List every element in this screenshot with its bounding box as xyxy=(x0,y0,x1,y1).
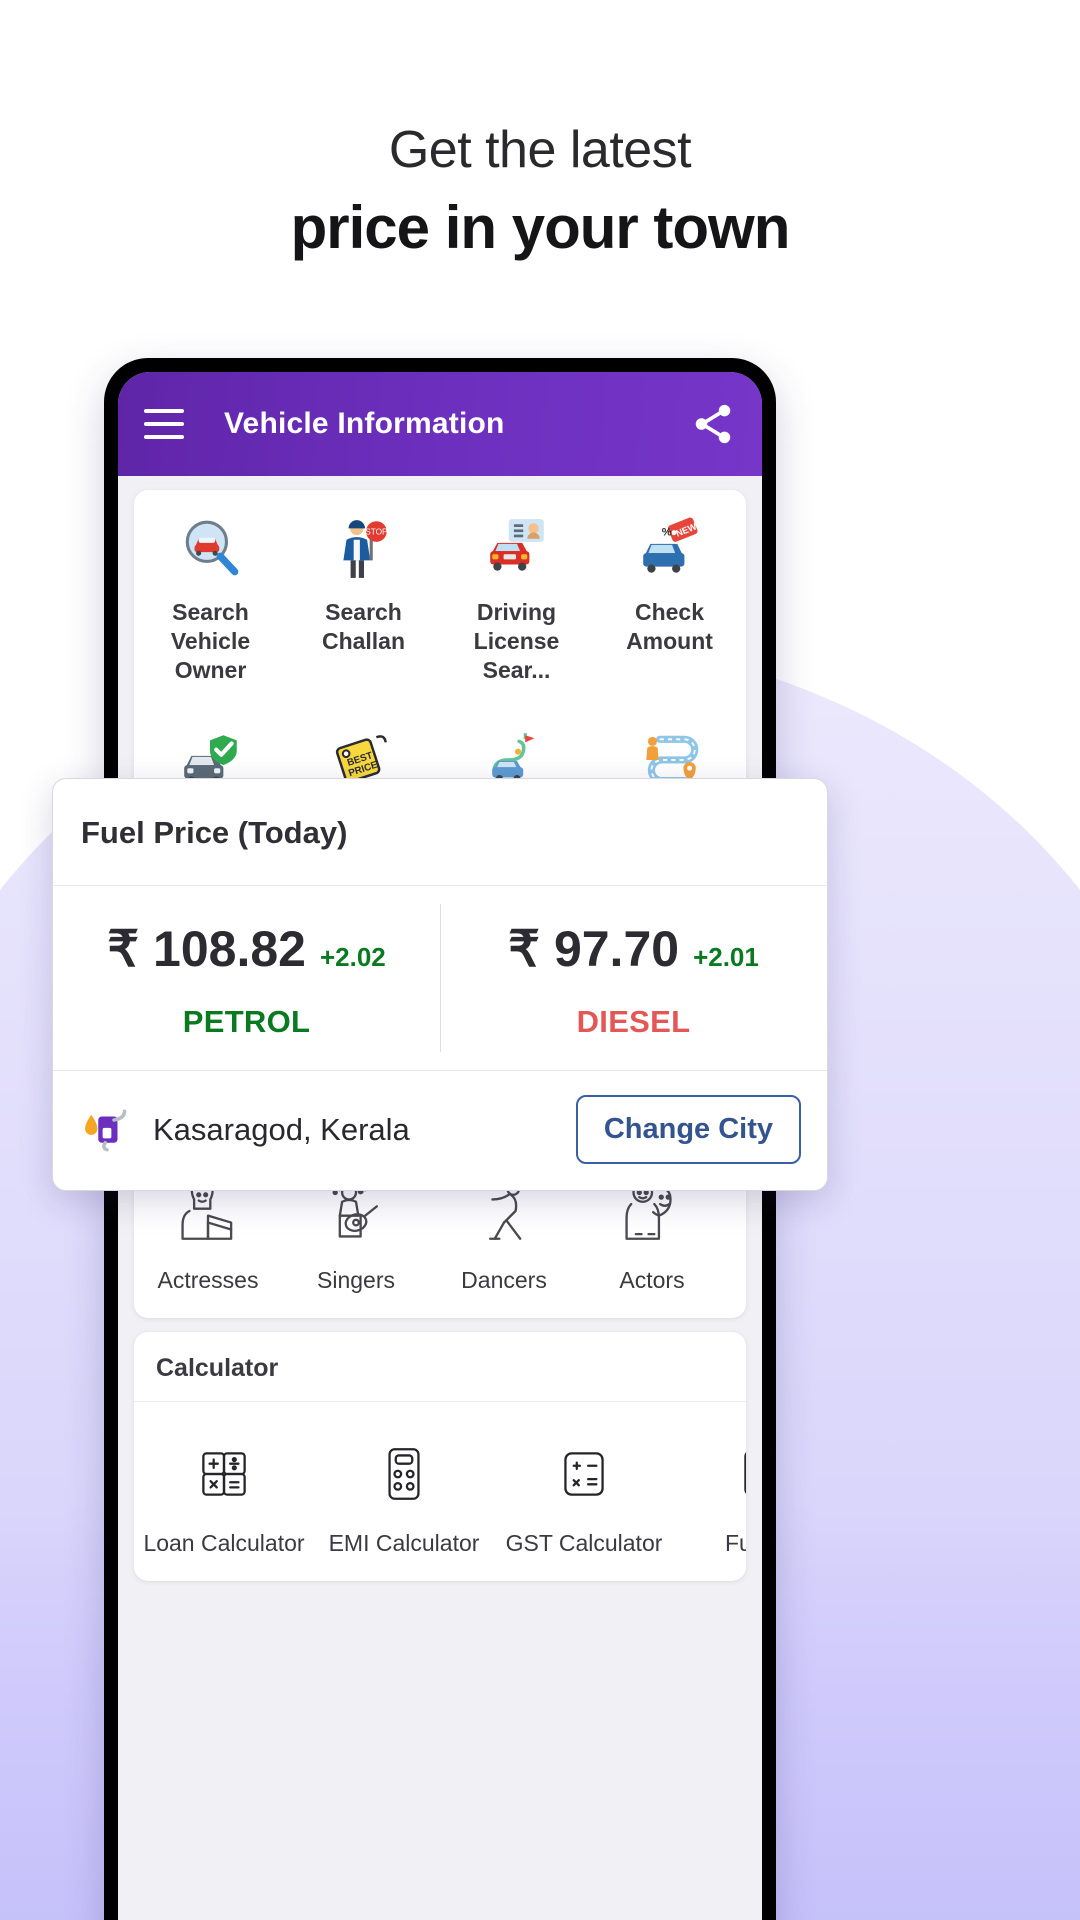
petrol-price: ₹ 108.82 +2.02 xyxy=(107,920,386,978)
license-card-car-icon xyxy=(444,512,589,584)
calculator-title: Calculator xyxy=(156,1353,279,1382)
calculator-label: Loan Calculator xyxy=(143,1529,305,1556)
page-title: Vehicle Information xyxy=(224,407,505,440)
service-label: Search Challan xyxy=(321,599,406,654)
calculator-item-emi[interactable]: EMI Calculator xyxy=(314,1432,494,1557)
gst-calculator-icon xyxy=(494,1432,674,1516)
svg-text:%: % xyxy=(661,527,671,539)
diesel-column: ₹ 97.70 +2.01 DIESEL xyxy=(440,920,827,1040)
calculator-row[interactable]: Loan Calculator EMI Calculator GST Calcu… xyxy=(134,1402,746,1581)
fuel-city-name: Kasaragod, Kerala xyxy=(153,1111,410,1147)
service-check-amount[interactable]: NEW % Check Amount xyxy=(593,490,746,704)
magnifier-car-icon xyxy=(138,512,283,584)
loan-calculator-icon xyxy=(134,1432,314,1516)
celebrity-label: Actors xyxy=(619,1266,685,1293)
change-city-button[interactable]: Change City xyxy=(575,1095,801,1164)
fuel-nozzle-icon xyxy=(79,1099,135,1160)
service-label: Check Amount xyxy=(626,599,713,654)
calculator-item-loan[interactable]: Loan Calculator xyxy=(134,1432,314,1557)
fuel-expense-calculator-icon: $ xyxy=(674,1432,746,1516)
diesel-price: ₹ 97.70 +2.01 xyxy=(508,920,759,978)
diesel-delta: +2.01 xyxy=(693,942,759,972)
diesel-currency-symbol: ₹ xyxy=(508,921,540,977)
service-label: Search Vehicle Owner xyxy=(170,599,251,683)
calculator-label: EMI Calculator xyxy=(328,1529,480,1556)
headline-line-2: price in your town xyxy=(290,194,791,261)
petrol-column: ₹ 108.82 +2.02 PETROL xyxy=(53,920,440,1040)
promo-headline: Get the latest price in your town xyxy=(0,118,1080,267)
svg-text:STOP: STOP xyxy=(365,528,388,537)
celebrity-label: Singers xyxy=(317,1266,395,1293)
price-tag-car-icon: NEW % xyxy=(597,512,742,584)
traffic-police-icon: STOP xyxy=(291,512,436,584)
calculator-card: Calculator Loan Calculator EMI Calculato… xyxy=(134,1331,746,1581)
celebrity-label: Actresses xyxy=(157,1266,259,1293)
diesel-price-value: 97.70 xyxy=(553,921,680,977)
celebrity-label: Dancers xyxy=(461,1266,547,1293)
petrol-label: PETROL xyxy=(182,1004,311,1039)
services-row-1: Search Vehicle Owner STOP Search Challan… xyxy=(134,490,746,704)
calculator-label: Fuel Ex xyxy=(725,1529,746,1556)
calculator-label: GST Calculator xyxy=(505,1529,663,1556)
fuel-price-title: Fuel Price (Today) xyxy=(81,815,348,850)
app-bar: Vehicle Information xyxy=(118,372,762,476)
celebrity-label: Sports Per xyxy=(726,1267,747,1294)
service-search-vehicle-owner[interactable]: Search Vehicle Owner xyxy=(134,490,287,704)
calculator-item-gst[interactable]: GST Calculator xyxy=(494,1432,674,1557)
fuel-price-card: Fuel Price (Today) ₹ 108.82 +2.02 PETROL… xyxy=(52,778,828,1191)
petrol-delta: +2.02 xyxy=(319,942,386,972)
hamburger-menu-icon[interactable] xyxy=(144,409,184,439)
service-search-challan[interactable]: STOP Search Challan xyxy=(287,490,440,704)
petrol-currency-symbol: ₹ xyxy=(107,921,140,977)
service-label: Driving License Sear... xyxy=(473,599,560,683)
petrol-price-value: 108.82 xyxy=(153,921,306,977)
headline-line-1: Get the latest xyxy=(388,121,692,179)
service-driving-license-search[interactable]: Driving License Sear... xyxy=(440,490,593,704)
vertical-divider xyxy=(440,904,441,1052)
fuel-price-body: ₹ 108.82 +2.02 PETROL ₹ 97.70 +2.01 DIES… xyxy=(53,886,827,1070)
diesel-label: DIESEL xyxy=(576,1004,691,1039)
share-icon[interactable] xyxy=(690,401,736,447)
fuel-city-row: Kasaragod, Kerala Change City xyxy=(53,1070,827,1190)
promo-screenshot: Get the latest price in your town Vehicl… xyxy=(0,0,1080,1920)
emi-calculator-icon xyxy=(314,1432,494,1516)
calculator-item-fuel-expense[interactable]: $ Fuel Ex xyxy=(674,1432,746,1557)
